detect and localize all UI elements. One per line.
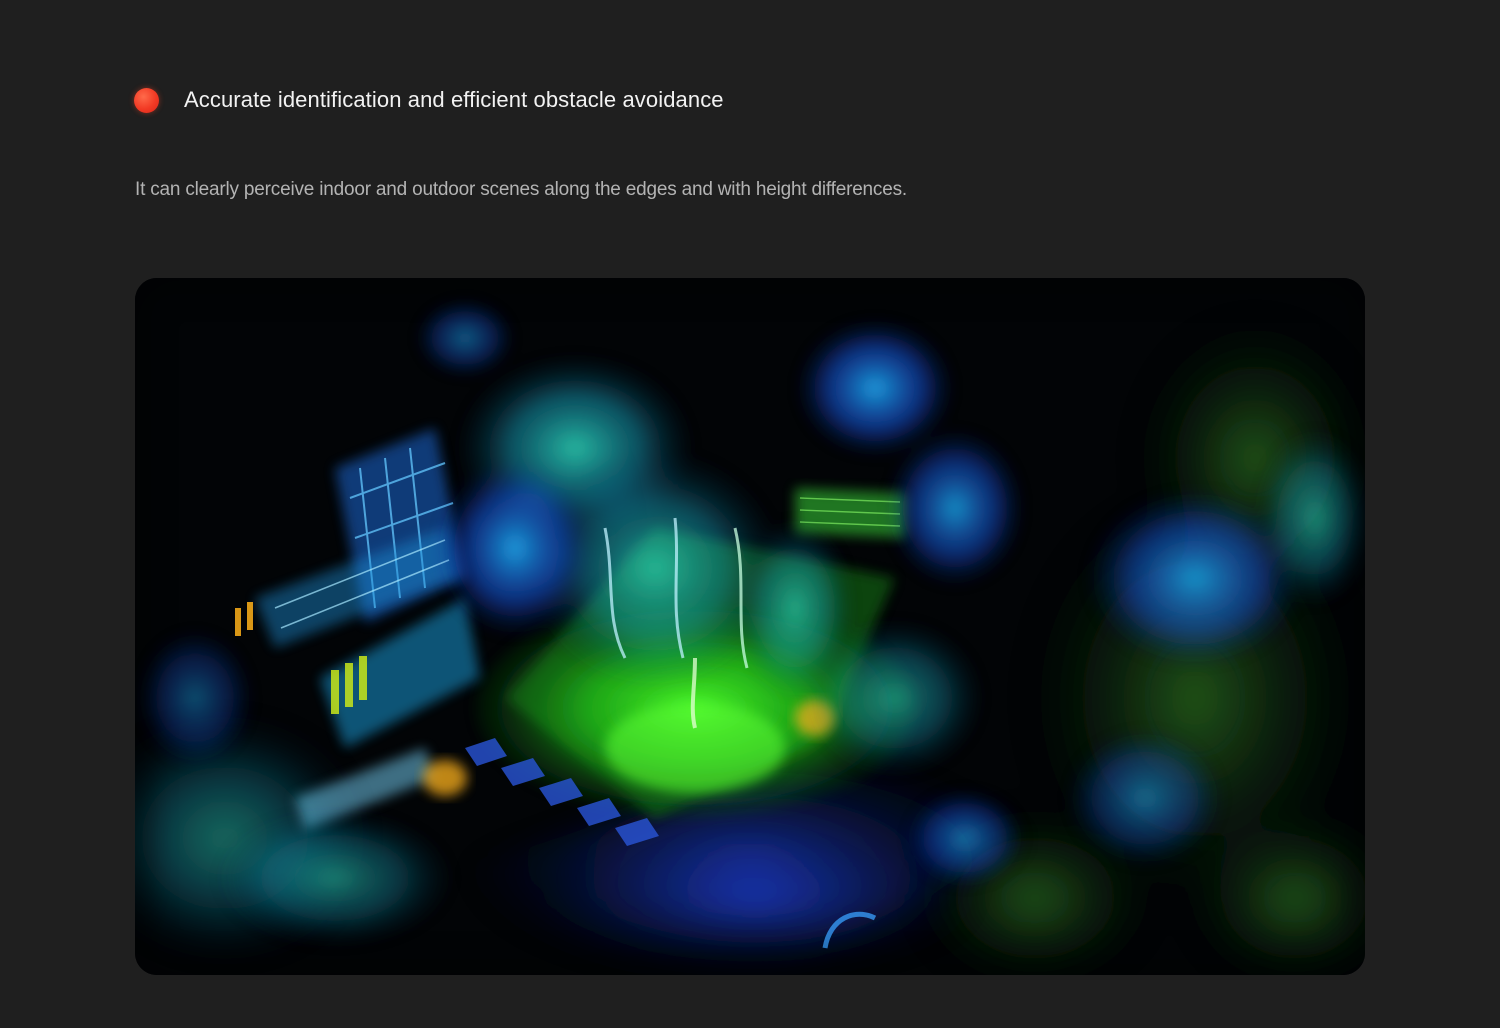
point-cloud-illustration [135, 278, 1365, 975]
feature-header: Accurate identification and efficient ob… [134, 84, 724, 116]
red-dot-icon [134, 87, 159, 113]
feature-title: Accurate identification and efficient ob… [184, 87, 724, 112]
feature-section: Accurate identification and efficient ob… [0, 0, 1500, 1028]
feature-description: It can clearly perceive indoor and outdo… [135, 179, 907, 200]
point-cloud-image [135, 278, 1365, 975]
